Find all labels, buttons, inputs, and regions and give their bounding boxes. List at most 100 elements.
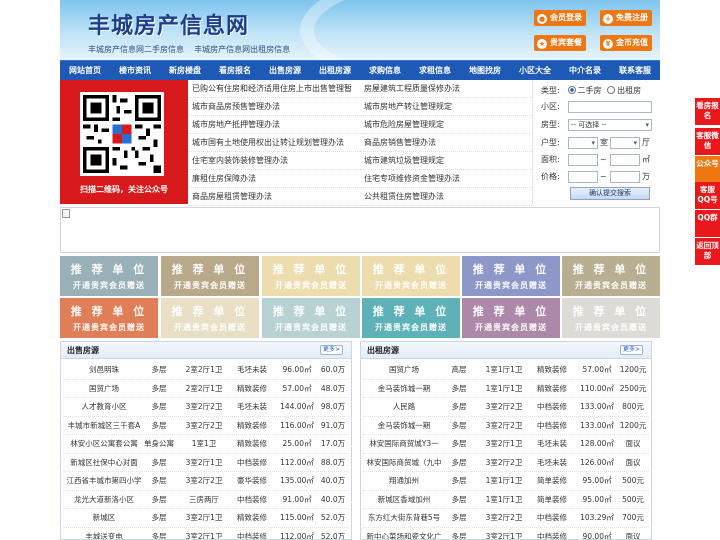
- listing-row[interactable]: 剑邑明珠 多层 2室2厅1卫 毛坯未装 96.00㎡ 60.0万: [63, 361, 349, 380]
- recommend-tile[interactable]: 推 荐 单 位开通贵宾会员赠送: [262, 298, 360, 338]
- side-official-account[interactable]: 公众号: [695, 156, 720, 183]
- more-link[interactable]: 更多>: [619, 345, 643, 355]
- news-link[interactable]: 城市房地产抵押管理办法: [188, 116, 360, 134]
- listing-estate-name[interactable]: 新城区: [63, 509, 145, 527]
- listing-row[interactable]: 新城区香域加州 多层 1室1厅1卫 简单装修 95.00㎡ 500元: [363, 491, 649, 509]
- nav-news[interactable]: 楼市资讯: [110, 61, 160, 80]
- recommend-tile[interactable]: 推 荐 单 位开通贵宾会员赠送: [60, 256, 158, 296]
- listing-row[interactable]: 新中心菜场和瓷文化广 多层 3室2厅1卫 中档装修 90.00㎡ 面议: [363, 528, 649, 540]
- listing-estate-name[interactable]: 翔通加州: [363, 472, 445, 490]
- listing-estate-name[interactable]: 人民路: [363, 398, 445, 416]
- more-link[interactable]: 更多>: [319, 345, 343, 355]
- vip-package-button[interactable]: ★ 贵宾套餐: [534, 35, 586, 51]
- listing-row[interactable]: 新城区 多层 3室2厅1卫 精致装修 115.00㎡ 52.0万: [63, 509, 349, 528]
- news-link[interactable]: 廉租住房保障办法: [188, 170, 360, 188]
- side-service-qq[interactable]: 客服QQ号: [695, 182, 720, 209]
- listing-estate-name[interactable]: 新城区社保中心对面: [63, 454, 145, 472]
- room-select[interactable]: [568, 137, 598, 149]
- listing-row[interactable]: 林安国际商贸城Y3一 多层 3室2厅1卫 毛坯未装 128.00㎡ 面议: [363, 435, 649, 454]
- news-link[interactable]: 公共租赁住房管理办法: [360, 188, 532, 206]
- listing-estate-name[interactable]: 新中心菜场和瓷文化广: [363, 528, 445, 540]
- side-viewing-signup[interactable]: 看房报名: [695, 98, 720, 125]
- news-link[interactable]: 已购公有住房和经济适用住房上市出售管理暂: [188, 80, 360, 98]
- nav-new-houses[interactable]: 新房楼盘: [160, 61, 210, 80]
- listing-row[interactable]: 江西省丰城市第四小学 多层 3室2厅2卫 豪华装修 135.00㎡ 40.0万: [63, 472, 349, 491]
- nav-viewing-signup[interactable]: 看房报名: [210, 61, 260, 80]
- news-link[interactable]: 房屋建筑工程质量保修办法: [360, 80, 532, 98]
- recommend-tile[interactable]: 推 荐 单 位开通贵宾会员赠送: [60, 298, 158, 338]
- listing-row[interactable]: 丰城市新城区三千套A 多层 3室2厅2卫 精致装修 116.00㎡ 91.0万: [63, 417, 349, 435]
- listing-row[interactable]: 国贸广场 多层 2室2厅1卫 精致装修 57.00㎡ 48.0万: [63, 380, 349, 398]
- listing-estate-name[interactable]: 龙光大道新洛小区: [63, 491, 145, 509]
- site-logo-title[interactable]: 丰城房产信息网: [88, 8, 249, 40]
- news-link[interactable]: 城市房地产转让管理规定: [360, 98, 532, 116]
- register-button[interactable]: + 免费注册: [600, 10, 652, 26]
- listing-row[interactable]: 东方红大街东背巷5号 多层 3室2厅2卫 中档装修 103.29㎡ 700元: [363, 509, 649, 528]
- radio-rental[interactable]: [607, 86, 616, 94]
- recommend-tile[interactable]: 推 荐 单 位开通贵宾会员赠送: [262, 256, 360, 296]
- area-min-input[interactable]: [568, 154, 598, 166]
- recommend-tile[interactable]: 推 荐 单 位开通贵宾会员赠送: [161, 256, 259, 296]
- listing-estate-name[interactable]: 金马装饰城一期: [363, 417, 445, 435]
- listing-estate-name[interactable]: 新城区香域加州: [363, 491, 445, 509]
- nav-agencies[interactable]: 中介名录: [560, 61, 610, 80]
- listing-estate-name[interactable]: 国贸广场: [363, 361, 445, 379]
- news-link[interactable]: 住宅室内装饰装修管理办法: [188, 152, 360, 170]
- listing-row[interactable]: 龙光大道新洛小区 多层 三房两厅 中档装修 91.00㎡ 40.0万: [63, 491, 349, 509]
- listing-estate-name[interactable]: 林安国际商贸城Y3一: [363, 435, 445, 453]
- recommend-tile[interactable]: 推 荐 单 位开通贵宾会员赠送: [462, 256, 560, 296]
- listing-row[interactable]: 人才教育小区 多层 3室2厅2卫 毛坯未装 144.00㎡ 98.0万: [63, 398, 349, 417]
- news-link[interactable]: 城市商品房预售管理办法: [188, 98, 360, 116]
- recommend-tile[interactable]: 推 荐 单 位开通贵宾会员赠送: [161, 298, 259, 338]
- nav-communities[interactable]: 小区大全: [510, 61, 560, 80]
- search-submit-button[interactable]: 确认提交搜索: [570, 187, 650, 200]
- listing-row[interactable]: 新城区社保中心对面 多层 3室2厅1卫 中档装修 112.00㎡ 88.0万: [63, 454, 349, 472]
- ad-banner[interactable]: [60, 207, 660, 253]
- listing-estate-name[interactable]: 金马装饰城一期: [363, 380, 445, 398]
- listing-row[interactable]: 林安小区公寓套公寓 单身公寓 1室1卫 精致装修 25.00㎡ 17.0万: [63, 435, 349, 454]
- news-link[interactable]: 城市危险房屋管理规定: [360, 116, 532, 134]
- nav-contact-service[interactable]: 联系客服: [610, 61, 660, 80]
- listing-estate-name[interactable]: 林安国际商贸城（九中: [363, 454, 445, 472]
- coin-recharge-button[interactable]: ¥ 金币充值: [600, 35, 652, 51]
- recommend-tile[interactable]: 推 荐 单 位开通贵宾会员赠送: [562, 298, 660, 338]
- side-back-to-top[interactable]: 返回顶部: [695, 238, 720, 265]
- side-qq-group[interactable]: QQ群: [695, 210, 720, 237]
- listing-row[interactable]: 金马装饰城一期 多层 1室1厅1卫 精致装修 110.00㎡ 2500元: [363, 380, 649, 398]
- recommend-tile[interactable]: 推 荐 单 位开通贵宾会员赠送: [462, 298, 560, 338]
- listing-row[interactable]: 丰城送变电 多层 3室2厅1卫 中档装修 112.00㎡ 52.0万: [63, 528, 349, 540]
- hall-select[interactable]: [610, 137, 640, 149]
- listing-estate-name[interactable]: 东方红大街东背巷5号: [363, 509, 445, 527]
- listing-row[interactable]: 国贸广场 高层 1室1厅1卫 精致装修 57.00㎡ 1200元: [363, 361, 649, 380]
- listing-estate-name[interactable]: 人才教育小区: [63, 398, 145, 416]
- listing-row[interactable]: 金马装饰城一期 多层 3室2厅2卫 中档装修 133.00㎡ 1200元: [363, 417, 649, 435]
- house-type-select[interactable]: -- 可选择 --: [568, 119, 652, 131]
- nav-for-rent[interactable]: 出租房源: [310, 61, 360, 80]
- recommend-tile[interactable]: 推 荐 单 位开通贵宾会员赠送: [362, 298, 460, 338]
- recommend-tile[interactable]: 推 荐 单 位开通贵宾会员赠送: [562, 256, 660, 296]
- listing-row[interactable]: 林安国际商贸城（九中 多层 3室2厅2卫 毛坯未装 126.00㎡ 面议: [363, 454, 649, 472]
- nav-wanted-rent[interactable]: 求租信息: [410, 61, 460, 80]
- news-link[interactable]: 住宅专项维修资金管理办法: [360, 170, 532, 188]
- side-service-wechat[interactable]: 客服微信: [695, 128, 720, 155]
- price-min-input[interactable]: [568, 171, 598, 183]
- news-link[interactable]: 商品房屋租赁管理办法: [188, 188, 360, 206]
- price-max-input[interactable]: [610, 171, 640, 183]
- listing-row[interactable]: 人民路 多层 3室2厅2卫 中档装修 133.00㎡ 800元: [363, 398, 649, 417]
- login-button[interactable]: ● 会员登录: [534, 10, 586, 26]
- recommend-tile[interactable]: 推 荐 单 位开通贵宾会员赠送: [362, 256, 460, 296]
- news-link[interactable]: 城市国有土地使用权出让转让规划管理办法: [188, 134, 360, 152]
- listing-estate-name[interactable]: 丰城送变电: [63, 528, 145, 540]
- news-link[interactable]: 商品房销售管理办法: [360, 134, 532, 152]
- community-input[interactable]: [568, 101, 652, 113]
- listing-row[interactable]: 翔通加州 多层 1室1厅1卫 简单装修 95.00㎡ 500元: [363, 472, 649, 491]
- listing-estate-name[interactable]: 江西省丰城市第四小学: [63, 472, 145, 490]
- nav-for-sale[interactable]: 出售房源: [260, 61, 310, 80]
- listing-estate-name[interactable]: 国贸广场: [63, 380, 145, 398]
- listing-estate-name[interactable]: 林安小区公寓套公寓: [63, 435, 145, 453]
- nav-wanted-buy[interactable]: 求购信息: [360, 61, 410, 80]
- nav-home[interactable]: 网站首页: [60, 61, 110, 80]
- nav-map-search[interactable]: 地图找房: [460, 61, 510, 80]
- listing-estate-name[interactable]: 丰城市新城区三千套A: [63, 417, 145, 435]
- area-max-input[interactable]: [610, 154, 640, 166]
